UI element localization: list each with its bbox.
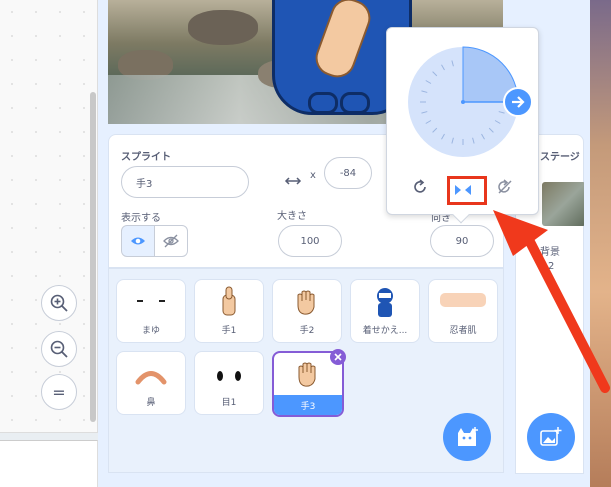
annotation-arrow (493, 210, 610, 393)
